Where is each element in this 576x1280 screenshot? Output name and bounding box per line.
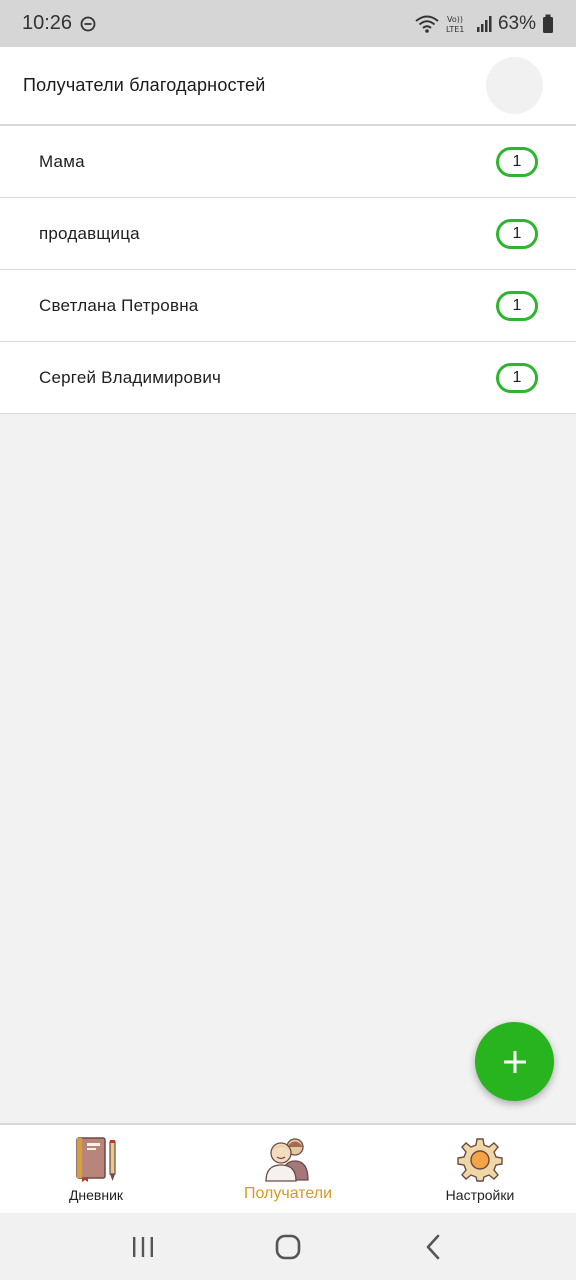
do-not-disturb-icon: [80, 16, 96, 32]
add-recipient-button[interactable]: [475, 1022, 554, 1101]
home-button[interactable]: [258, 1222, 318, 1272]
back-icon: [424, 1234, 442, 1260]
tab-diary[interactable]: Дневник: [0, 1125, 192, 1213]
diary-icon: [72, 1135, 120, 1183]
count-badge: 1: [496, 146, 538, 177]
recent-apps-button[interactable]: [113, 1222, 173, 1272]
recipient-name: Сергей Владимирович: [39, 367, 222, 387]
page-title: Получатели благодарностей: [23, 75, 266, 95]
back-button[interactable]: [403, 1222, 463, 1272]
recipient-name: Светлана Петровна: [39, 295, 199, 315]
svg-text:Vo)): Vo)): [447, 15, 463, 24]
count-badge: 1: [496, 362, 538, 393]
svg-text:LTE1: LTE1: [446, 25, 464, 34]
list-item[interactable]: Сергей Владимирович 1: [0, 342, 576, 414]
home-icon: [275, 1234, 301, 1260]
list-item[interactable]: продавщица 1: [0, 198, 576, 270]
battery-icon: [542, 14, 554, 34]
status-right: Vo)) LTE1 63%: [414, 13, 554, 35]
wifi-icon: [414, 14, 440, 34]
settings-gear-icon: [456, 1135, 504, 1183]
volte-icon: Vo)) LTE1: [446, 14, 470, 34]
recipient-name: продавщица: [39, 223, 140, 243]
count-badge: 1: [496, 290, 538, 321]
status-time: 10:26: [22, 12, 73, 34]
tab-recipients[interactable]: Получатели: [192, 1125, 384, 1213]
plus-icon: [502, 1049, 528, 1075]
tab-recipients-label: Получатели: [243, 1185, 333, 1202]
status-left: 10:26: [22, 12, 96, 35]
avatar[interactable]: [486, 57, 543, 114]
recent-apps-icon: [131, 1236, 155, 1258]
bottom-nav: Дневник Получатели Настройки: [0, 1123, 576, 1213]
list-item[interactable]: Мама 1: [0, 126, 576, 198]
tab-diary-label: Дневник: [68, 1187, 124, 1203]
signal-icon: [476, 15, 492, 33]
recipient-list: Мама 1 продавщица 1 Светлана Петровна 1 …: [0, 126, 576, 414]
system-nav-bar: [0, 1213, 576, 1280]
list-item[interactable]: Светлана Петровна 1: [0, 270, 576, 342]
app-header: Получатели благодарностей: [0, 47, 576, 126]
recipients-icon: [264, 1135, 312, 1183]
status-bar: 10:26 Vo)) LTE1 63%: [0, 0, 576, 47]
recipient-name: Мама: [39, 151, 85, 171]
tab-settings-label: Настройки: [445, 1187, 515, 1203]
battery-percent: 63%: [497, 12, 536, 34]
count-badge: 1: [496, 218, 538, 249]
tab-settings[interactable]: Настройки: [384, 1125, 576, 1213]
